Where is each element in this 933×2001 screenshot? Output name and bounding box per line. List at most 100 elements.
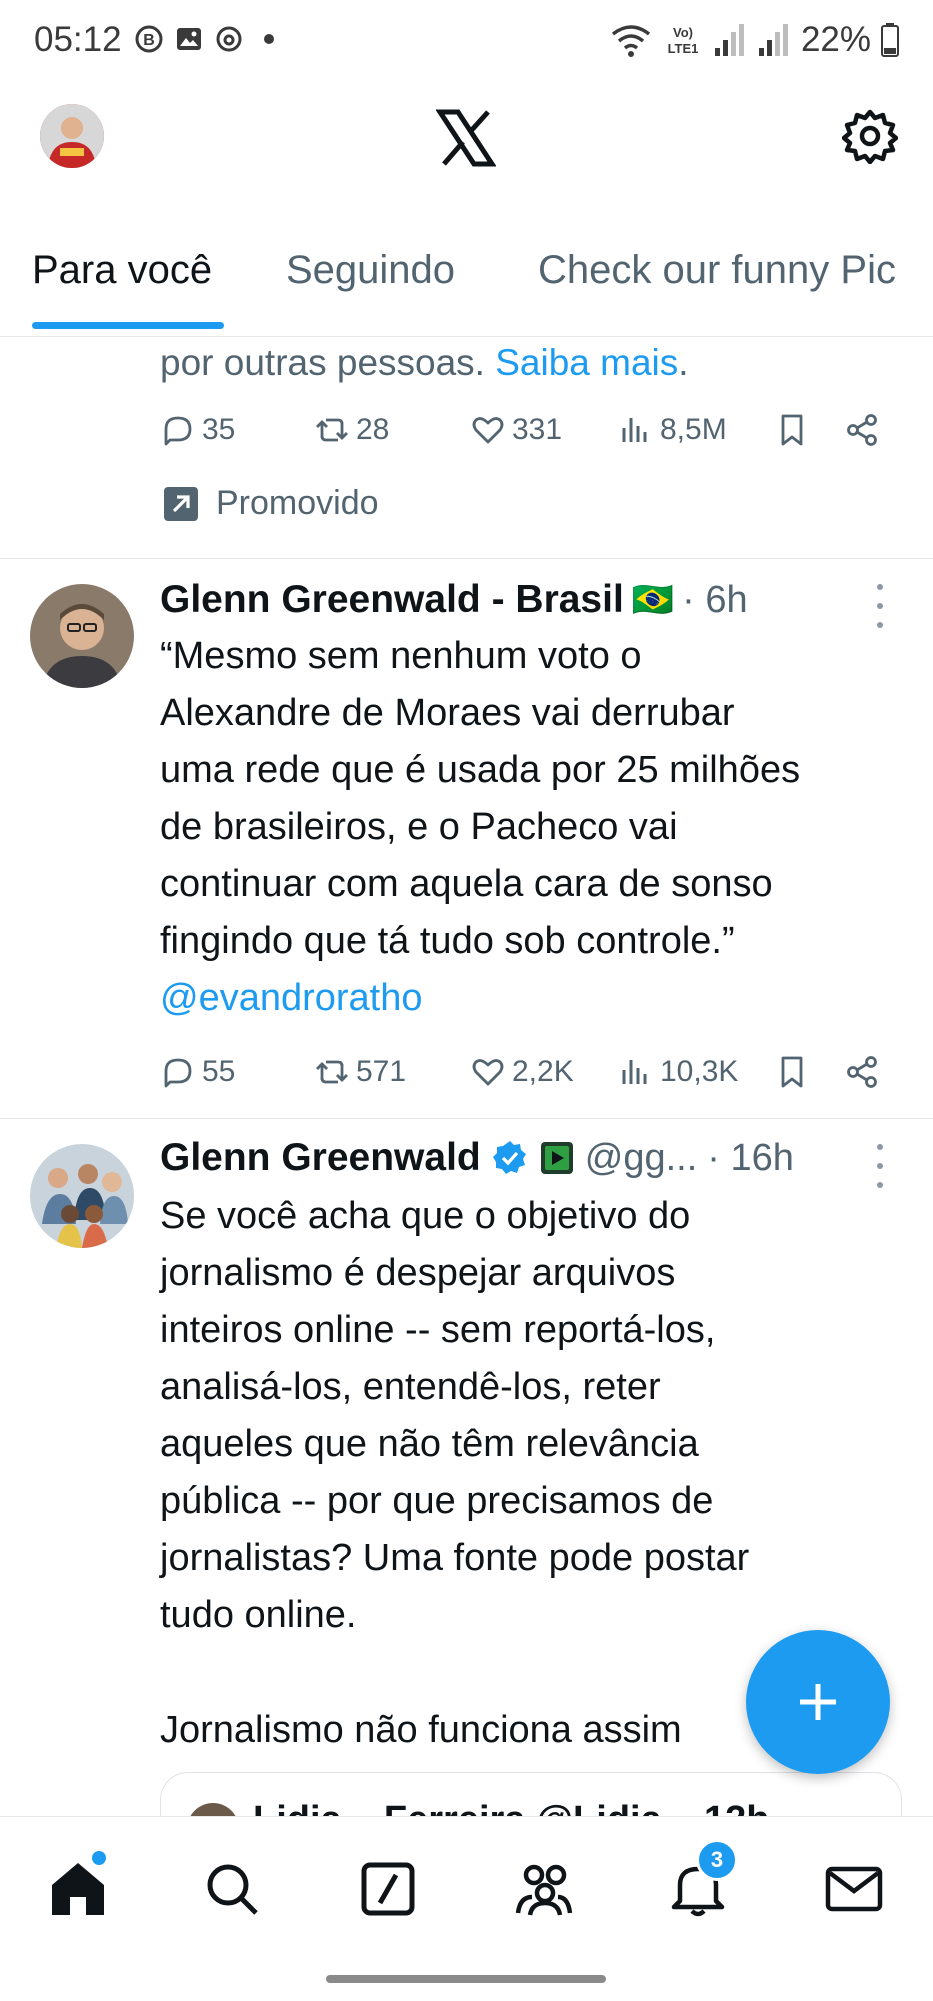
post-text-line: Alexandre de Moraes vai derrubar bbox=[160, 692, 735, 734]
like-count: 2,2K bbox=[512, 1055, 574, 1088]
dot-icon bbox=[254, 24, 284, 54]
mail-icon bbox=[825, 1866, 883, 1912]
active-tab-indicator bbox=[32, 322, 224, 329]
search-tab[interactable] bbox=[200, 1857, 264, 1921]
post-text-line: analisá-los, entendê-los, reter bbox=[160, 1366, 661, 1408]
views-button[interactable]: 8,5M bbox=[618, 412, 727, 448]
wifi-icon bbox=[611, 25, 651, 57]
tab-check-our-funny-pic[interactable]: Check our funny Pic bbox=[538, 248, 896, 293]
post2-header: Glenn Greenwald @gg... · 16h bbox=[160, 1136, 794, 1180]
grok-tab[interactable] bbox=[356, 1857, 420, 1921]
post-text-line: de brasileiros, e o Pacheco vai bbox=[160, 806, 678, 848]
tab-para-voce[interactable]: Para você bbox=[32, 248, 212, 293]
svg-text:Vo): Vo) bbox=[673, 25, 693, 40]
status-time: 05:12 bbox=[34, 20, 122, 59]
post-text-line: pública -- por que precisamos de bbox=[160, 1480, 714, 1522]
reply-icon bbox=[164, 1058, 192, 1088]
signal-icon-2 bbox=[758, 24, 788, 56]
divider bbox=[0, 1118, 933, 1119]
image-icon bbox=[174, 24, 204, 54]
tab-seguindo[interactable]: Seguindo bbox=[286, 248, 455, 293]
views-button[interactable]: 10,3K bbox=[618, 1054, 738, 1090]
repost-count: 571 bbox=[356, 1055, 407, 1088]
promoted-icon bbox=[164, 486, 198, 521]
reply-button[interactable]: 35 bbox=[160, 412, 235, 448]
views-icon bbox=[622, 1060, 647, 1084]
threads-icon bbox=[214, 24, 244, 54]
promoted-post-text: por outras pessoas. Saiba mais. bbox=[160, 334, 689, 391]
status-notification-icons: B bbox=[134, 24, 284, 54]
bookmark-icon bbox=[781, 1056, 803, 1088]
brazil-flag-icon: 🇧🇷 bbox=[631, 581, 675, 619]
x-logo-icon[interactable] bbox=[435, 108, 497, 168]
post-text-line: jornalistas? Uma fonte pode postar bbox=[160, 1537, 750, 1579]
share-button[interactable] bbox=[844, 412, 880, 448]
post-time[interactable]: · 6h bbox=[682, 579, 747, 622]
home-indicator-bar bbox=[326, 1975, 606, 1983]
volte-icon: Vo) LTE1 bbox=[668, 25, 699, 56]
author-name[interactable]: Glenn Greenwald bbox=[160, 1136, 481, 1180]
home-tab[interactable] bbox=[46, 1851, 110, 1921]
promoted-text: Promovido bbox=[216, 484, 379, 522]
author-handle[interactable]: @gg... bbox=[585, 1137, 698, 1180]
mention-link[interactable]: @evandroratho bbox=[160, 970, 900, 1027]
like-button[interactable]: 2,2K bbox=[470, 1054, 574, 1090]
post-text-line: inteiros online -- sem reportá-los, bbox=[160, 1309, 716, 1351]
post1-body: “Mesmo sem nenhum voto o Alexandre de Mo… bbox=[160, 628, 900, 1027]
promoted-text-after: . bbox=[678, 342, 689, 383]
post2-last-line: Jornalismo não funciona assim bbox=[160, 1709, 682, 1751]
repost-button[interactable]: 28 bbox=[314, 412, 389, 448]
views-count: 10,3K bbox=[660, 1055, 739, 1088]
post-text-line: Se você acha que o objetivo do bbox=[160, 1195, 691, 1237]
post-text-line: “Mesmo sem nenhum voto o bbox=[160, 635, 642, 677]
svg-text:LTE1: LTE1 bbox=[668, 41, 699, 56]
post-text-line: jornalismo é despejar arquivos bbox=[160, 1252, 676, 1294]
saiba-mais-link[interactable]: Saiba mais bbox=[495, 342, 678, 383]
heart-icon bbox=[472, 1059, 504, 1086]
views-icon bbox=[622, 418, 647, 442]
like-button[interactable]: 331 bbox=[470, 412, 562, 448]
communities-icon bbox=[515, 1864, 573, 1916]
post-text-line: uma rede que é usada por 25 milhões bbox=[160, 749, 801, 791]
post2-body: Se você acha que o objetivo do jornalism… bbox=[160, 1188, 900, 1644]
like-count: 331 bbox=[512, 413, 563, 446]
battery-percent: 22% bbox=[800, 20, 871, 59]
grok-icon bbox=[361, 1862, 415, 1916]
b-icon: B bbox=[134, 24, 164, 54]
share-button[interactable] bbox=[844, 1054, 880, 1090]
post-avatar-glenn-brasil[interactable] bbox=[30, 584, 134, 688]
repost-button[interactable]: 571 bbox=[314, 1054, 406, 1090]
divider bbox=[0, 558, 933, 559]
reply-button[interactable]: 55 bbox=[160, 1054, 235, 1090]
reply-icon bbox=[164, 416, 192, 446]
bookmark-button[interactable] bbox=[774, 412, 810, 448]
svg-text:B: B bbox=[143, 32, 155, 49]
heart-icon bbox=[472, 417, 504, 444]
timeline-tabs: Para você Seguindo Check our funny Pic bbox=[0, 228, 933, 337]
more-options-icon[interactable] bbox=[874, 584, 886, 628]
messages-tab[interactable] bbox=[822, 1857, 886, 1921]
play-badge-icon bbox=[540, 1142, 573, 1174]
gear-icon[interactable] bbox=[841, 108, 899, 165]
author-name[interactable]: Glenn Greenwald - Brasil bbox=[160, 578, 624, 622]
communities-tab[interactable] bbox=[512, 1857, 576, 1921]
signal-icon bbox=[714, 24, 744, 56]
home-icon bbox=[52, 1863, 104, 1915]
plus-icon bbox=[800, 1684, 836, 1720]
notifications-tab[interactable]: 3 bbox=[666, 1839, 738, 1921]
bottom-navigation: 3 bbox=[0, 1816, 933, 2001]
compose-button[interactable] bbox=[746, 1630, 890, 1774]
more-options-icon[interactable] bbox=[874, 1144, 886, 1188]
profile-avatar[interactable] bbox=[40, 104, 104, 168]
post-time[interactable]: · 16h bbox=[707, 1137, 794, 1180]
views-count: 8,5M bbox=[660, 413, 727, 446]
share-icon bbox=[847, 414, 877, 446]
promoted-label: Promovido bbox=[162, 484, 379, 523]
post1-actions: 55 571 2,2K 10,3K bbox=[0, 1050, 933, 1094]
search-icon bbox=[207, 1864, 258, 1915]
post-avatar-glenn-greenwald[interactable] bbox=[30, 1144, 134, 1248]
promoted-post-actions: 35 28 331 8,5M bbox=[0, 408, 933, 452]
share-icon bbox=[847, 1056, 877, 1088]
bookmark-icon bbox=[781, 414, 803, 446]
bookmark-button[interactable] bbox=[774, 1054, 810, 1090]
